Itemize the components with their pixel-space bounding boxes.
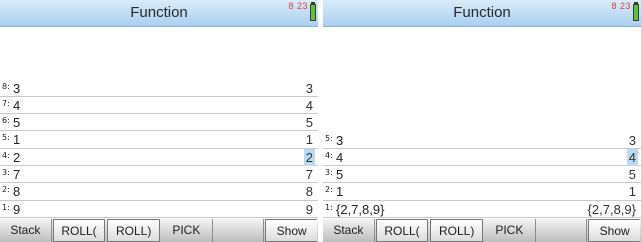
battery-icon xyxy=(633,4,639,21)
stack-result-value[interactable]: 1 xyxy=(627,183,638,200)
softkey-roll-left[interactable]: ROLL( xyxy=(375,219,429,242)
stack-input-value: 7 xyxy=(13,167,21,183)
stack-row[interactable]: 8: 3 3 xyxy=(0,80,318,97)
softkey-stack[interactable]: Stack xyxy=(0,219,52,242)
stack-row[interactable]: 1: 9 9 xyxy=(0,201,318,218)
stack-input-value: 2 xyxy=(13,149,21,165)
stack-input-value: 5 xyxy=(336,167,344,183)
stack-result-value[interactable]: 3 xyxy=(304,80,315,97)
softkey-roll-left[interactable]: ROLL( xyxy=(52,219,106,242)
stack-result-value[interactable]: 1 xyxy=(304,131,315,148)
stack-level-label: 3: xyxy=(2,168,10,178)
stack-result-value[interactable]: 5 xyxy=(627,166,638,183)
stack-level-label: 7: xyxy=(2,98,10,108)
softkey-menu: Stack ROLL(ROLL) PICK Show xyxy=(323,219,641,242)
stack-result-value[interactable]: 9 xyxy=(304,201,315,218)
stack-row[interactable]: 5: 1 1 xyxy=(0,131,318,149)
stack-list: 8: 3 3 7: 4 4 6: 5 5 5: 1 1 4: 2 2 3: 7 7 2: 8 8 1: 9 9 xyxy=(0,80,318,218)
softkey-show[interactable]: Show xyxy=(588,219,641,242)
stack-level-label: 2: xyxy=(2,185,10,195)
stack-result-value[interactable]: 5 xyxy=(304,114,315,131)
stack-result-value[interactable]: {2,7,8,9} xyxy=(586,201,638,218)
softkey-roll-right[interactable]: ROLL) xyxy=(430,219,484,242)
stack-level-label: 6: xyxy=(2,116,10,126)
stack-row[interactable]: 7: 4 4 xyxy=(0,97,318,115)
softkey-empty[interactable] xyxy=(213,219,265,242)
stack-row[interactable]: 2: 1 1 xyxy=(323,183,641,201)
stack-row[interactable]: 4: 4 4 xyxy=(323,148,641,167)
stack-input-value: {2,7,8,9} xyxy=(336,201,385,217)
stack-level-label: 1: xyxy=(2,202,10,212)
stack-input-value: 5 xyxy=(13,115,21,131)
stack-list: 5: 3 3 4: 4 4 3: 5 5 2: 1 1 1: {2,7,8,9} {2,7,8,9} xyxy=(323,132,641,218)
stack-row[interactable]: 5: 3 3 xyxy=(323,132,641,149)
stack-level-label: 1: xyxy=(325,202,333,212)
app-title: Function xyxy=(453,4,511,21)
stack-row[interactable]: 6: 5 5 xyxy=(0,114,318,132)
stack-input-value: 1 xyxy=(336,184,344,200)
clock: 8 23 xyxy=(611,1,631,11)
stack-result-value[interactable]: 8 xyxy=(304,183,315,200)
stack-result-value-selected[interactable]: 4 xyxy=(626,148,638,166)
stack-row[interactable]: 1: {2,7,8,9} {2,7,8,9} xyxy=(323,201,641,218)
stack-result-value[interactable]: 3 xyxy=(627,132,638,149)
stack-level-label: 8: xyxy=(2,81,10,91)
softkey-pick[interactable]: PICK xyxy=(161,219,213,242)
stack-input-value: 3 xyxy=(13,80,21,96)
stack-level-label: 5: xyxy=(2,133,10,143)
stack-input-value: 9 xyxy=(13,201,21,217)
app-title: Function xyxy=(130,4,188,21)
softkey-empty[interactable] xyxy=(536,219,588,242)
stack-input-value: 4 xyxy=(336,149,344,165)
stack-result-value-selected[interactable]: 2 xyxy=(303,148,315,166)
clock: 8 23 xyxy=(288,1,308,11)
stack-result-value[interactable]: 7 xyxy=(304,166,315,183)
stack-input-value: 3 xyxy=(336,132,344,148)
title-bar: Function 8 23 xyxy=(323,0,641,27)
stack-row[interactable]: 3: 5 5 xyxy=(323,166,641,184)
calculator-screen-left: Function 8 23 8: 3 3 7: 4 4 6: 5 5 5: 1 1 4: 2 2 3: 7 7 2:… xyxy=(0,0,318,242)
softkey-pick[interactable]: PICK xyxy=(484,219,536,242)
calculator-screen-right: Function 8 23 5: 3 3 4: 4 4 3: 5 5 2: 1 1 1: {2,7,8,9… xyxy=(323,0,641,242)
stack-level-label: 4: xyxy=(2,150,10,160)
stack-result-value[interactable]: 4 xyxy=(304,97,315,114)
stack-row[interactable]: 4: 2 2 xyxy=(0,148,318,167)
stack-level-label: 2: xyxy=(325,185,333,195)
stack-level-label: 3: xyxy=(325,168,333,178)
stack-row[interactable]: 3: 7 7 xyxy=(0,166,318,184)
battery-icon xyxy=(310,4,316,21)
title-bar: Function 8 23 xyxy=(0,0,318,27)
softkey-show[interactable]: Show xyxy=(265,219,318,242)
softkey-menu: Stack ROLL(ROLL) PICK Show xyxy=(0,219,318,242)
stack-input-value: 4 xyxy=(13,97,21,113)
stack-level-label: 5: xyxy=(325,133,333,143)
stack-input-value: 1 xyxy=(13,132,21,148)
stack-row[interactable]: 2: 8 8 xyxy=(0,183,318,201)
softkey-stack[interactable]: Stack xyxy=(323,219,375,242)
stack-level-label: 4: xyxy=(325,150,333,160)
softkey-roll-right[interactable]: ROLL) xyxy=(107,219,161,242)
stack-input-value: 8 xyxy=(13,184,21,200)
